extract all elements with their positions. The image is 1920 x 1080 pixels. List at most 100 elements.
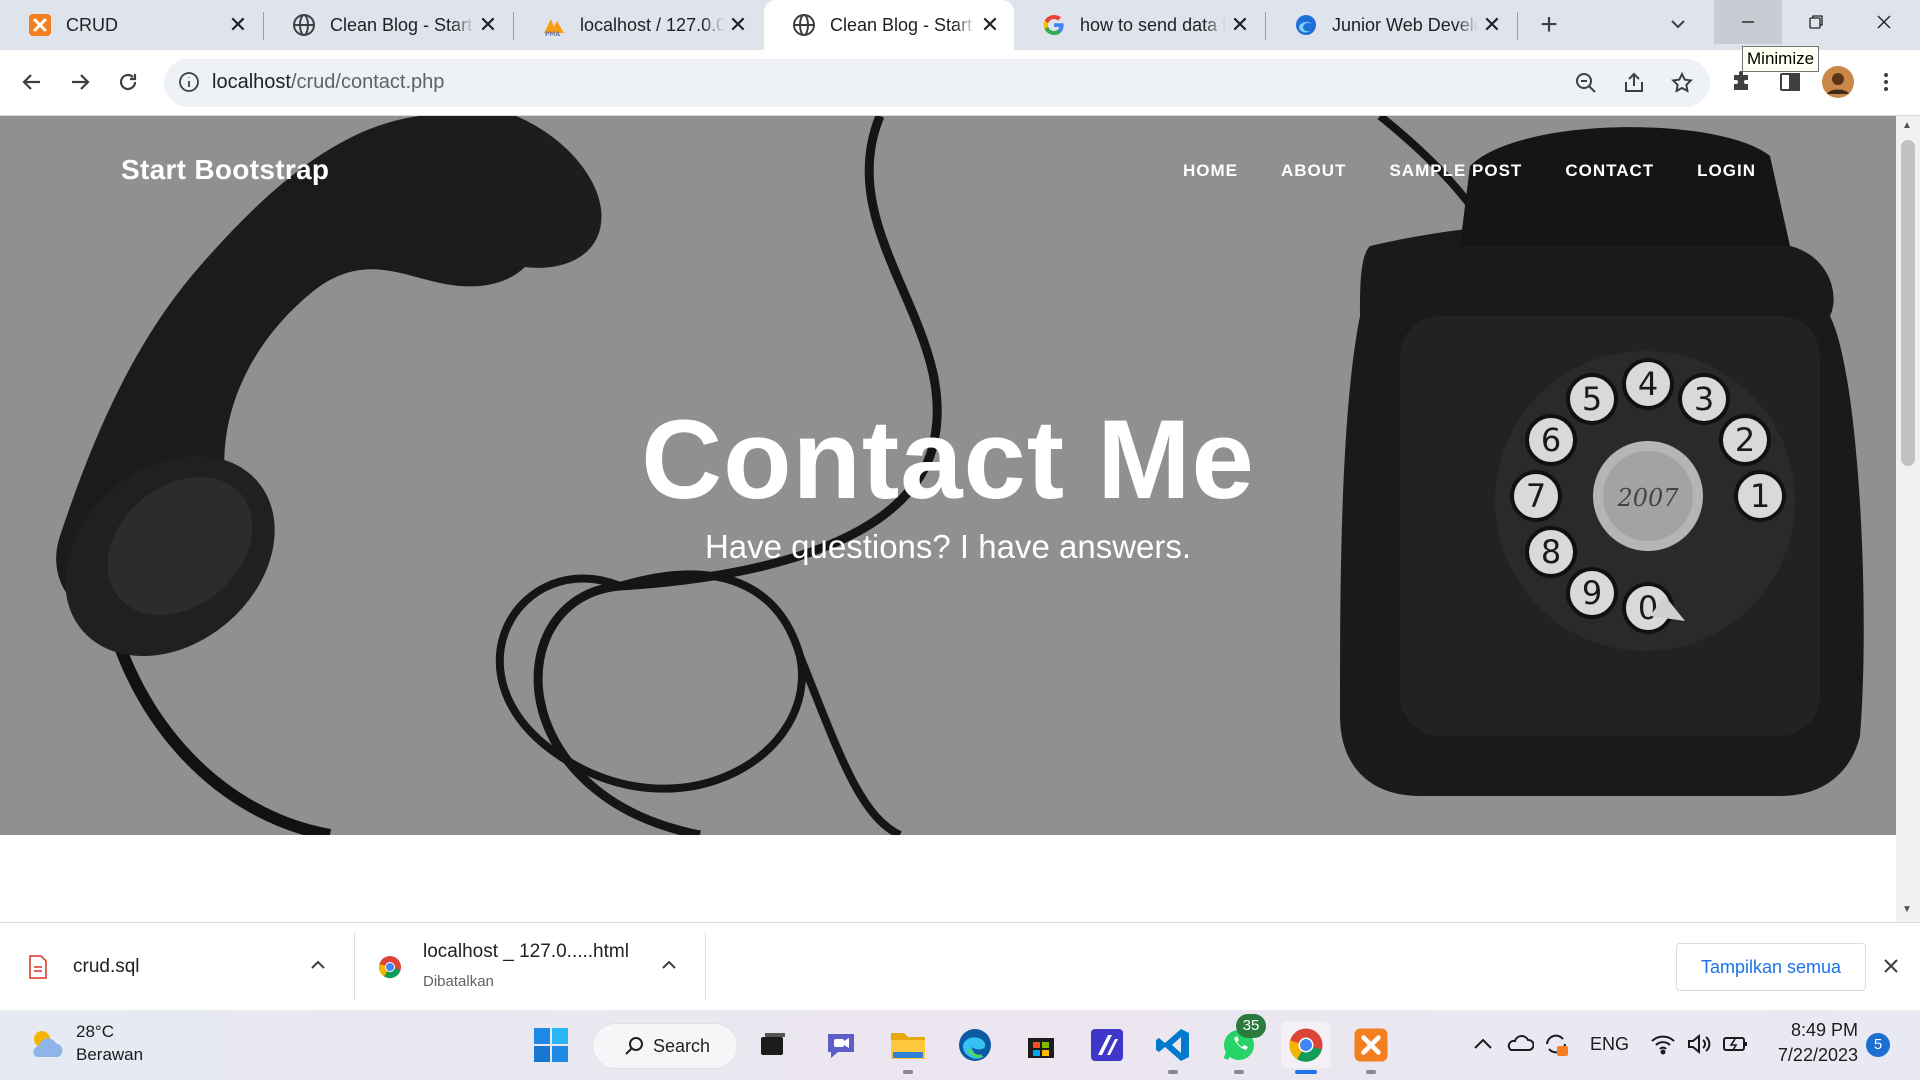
battery-icon[interactable] xyxy=(1722,1032,1750,1061)
puzzle-icon xyxy=(1734,71,1748,90)
teams-chat-button[interactable] xyxy=(818,1022,864,1068)
site-brand[interactable]: Start Bootstrap xyxy=(121,154,329,186)
tab-title: CRUD xyxy=(66,14,118,35)
minimize-tooltip: Minimize xyxy=(1742,46,1820,72)
forward-button[interactable] xyxy=(60,62,100,102)
app-icon xyxy=(1091,1029,1123,1061)
weather-widget[interactable]: 28°C Berawan xyxy=(26,1020,186,1070)
nav-login[interactable]: LOGIN xyxy=(1697,161,1756,181)
minimize-icon xyxy=(1742,21,1754,23)
tab-crud[interactable]: CRUD ✕ xyxy=(0,0,262,50)
restore-icon xyxy=(1809,15,1823,29)
onedrive-cloud-icon[interactable] xyxy=(1506,1032,1535,1059)
tab-clean-blog-1[interactable]: Clean Blog - Start Bootstrap ✕ xyxy=(264,0,512,50)
xampp-button[interactable] xyxy=(1348,1022,1394,1074)
zoom-out-icon[interactable] xyxy=(1574,71,1598,100)
volume-icon[interactable] xyxy=(1686,1032,1712,1061)
whatsapp-button[interactable]: 35 xyxy=(1216,1014,1266,1074)
tab-clean-blog-active[interactable]: Clean Blog - Start Bootstrap ✕ xyxy=(764,0,1014,50)
clock-time[interactable]: 8:49 PM xyxy=(1790,1020,1858,1041)
clock-date[interactable]: 7/22/2023 xyxy=(1770,1045,1858,1066)
nav-about[interactable]: ABOUT xyxy=(1281,161,1346,181)
star-icon[interactable] xyxy=(1670,71,1694,100)
tab-junior-web-developer[interactable]: Junior Web Developer ✕ xyxy=(1266,0,1516,50)
close-icon[interactable]: ✕ xyxy=(224,11,252,39)
chrome-icon xyxy=(378,955,402,984)
microsoft-store-button[interactable] xyxy=(1018,1022,1064,1068)
tab-title: Clean Blog - Start Bootstrap xyxy=(330,14,474,35)
notification-badge[interactable]: 5 xyxy=(1866,1033,1890,1057)
show-all-downloads-button[interactable]: Tampilkan semua xyxy=(1676,943,1866,991)
chevron-up-icon[interactable] xyxy=(659,955,679,980)
nav-home[interactable]: HOME xyxy=(1183,161,1238,181)
edge-button[interactable] xyxy=(952,1022,998,1068)
scroll-down-icon[interactable]: ▼ xyxy=(1902,904,1912,915)
wifi-icon[interactable] xyxy=(1650,1032,1676,1061)
weather-desc: Berawan xyxy=(76,1045,144,1064)
running-indicator xyxy=(1366,1070,1376,1074)
tab-search-button[interactable] xyxy=(1660,6,1696,42)
nav-sample-post[interactable]: SAMPLE POST xyxy=(1389,161,1522,181)
language-indicator[interactable]: ENG xyxy=(1590,1034,1629,1055)
side-panel-icon xyxy=(1780,73,1800,91)
edge-icon xyxy=(959,1029,991,1061)
close-icon[interactable]: ✕ xyxy=(976,11,1004,39)
folder-icon xyxy=(891,1033,925,1059)
reload-button[interactable] xyxy=(108,62,148,102)
close-icon[interactable]: ✕ xyxy=(474,11,502,39)
chrome-icon xyxy=(1289,1028,1323,1062)
close-icon[interactable]: ✕ xyxy=(724,11,752,39)
search-icon xyxy=(625,1037,643,1055)
close-icon[interactable]: ✕ xyxy=(1478,11,1506,39)
restore-button[interactable] xyxy=(1782,0,1850,44)
scrollbar-thumb[interactable] xyxy=(1901,140,1915,466)
task-view-button[interactable] xyxy=(750,1022,796,1068)
info-icon[interactable] xyxy=(178,71,200,98)
chevron-up-icon[interactable] xyxy=(1472,1034,1494,1059)
file-explorer-button[interactable] xyxy=(885,1022,931,1074)
download-item-crud-sql[interactable]: crud.sql xyxy=(0,923,354,1011)
page-subtitle: Have questions? I have answers. xyxy=(704,528,1192,565)
minimize-button[interactable] xyxy=(1714,0,1782,44)
app-button[interactable] xyxy=(1084,1022,1130,1068)
download-item-localhost-html[interactable]: localhost _ 127.0.....html Dibatalkan xyxy=(355,923,705,1011)
scroll-up-icon[interactable]: ▲ xyxy=(1902,120,1912,131)
site-nav: HOME ABOUT SAMPLE POST CONTACT LOGIN xyxy=(1183,161,1756,181)
running-indicator xyxy=(903,1070,913,1074)
page-scrollbar[interactable]: ▲ ▼ xyxy=(1896,116,1920,922)
menu-button[interactable] xyxy=(1866,62,1906,102)
sync-icon[interactable] xyxy=(1542,1030,1570,1063)
profile-avatar[interactable] xyxy=(1818,62,1858,102)
page-title: Contact Me xyxy=(641,397,1255,522)
close-icon[interactable]: ✕ xyxy=(1226,11,1254,39)
chevron-up-icon[interactable] xyxy=(308,955,328,980)
xampp-icon xyxy=(1354,1028,1388,1062)
taskbar-search[interactable]: Search xyxy=(592,1023,738,1069)
address-bar[interactable]: localhost/crud/contact.php xyxy=(164,59,1710,107)
tab-title: how to send data from xyxy=(1080,14,1226,35)
chevron-down-icon xyxy=(1671,20,1685,29)
url-text[interactable]: localhost/crud/contact.php xyxy=(212,71,444,94)
nav-contact[interactable]: CONTACT xyxy=(1565,161,1654,181)
close-download-bar-button[interactable] xyxy=(1882,957,1900,980)
vscode-button[interactable] xyxy=(1150,1022,1196,1074)
share-icon[interactable] xyxy=(1622,71,1646,100)
store-icon xyxy=(1028,1038,1054,1058)
browser-toolbar: localhost/crud/contact.php xyxy=(0,50,1920,116)
tab-phpmyadmin[interactable]: PMA localhost / 127.0.0.1 ✕ xyxy=(514,0,762,50)
back-button[interactable] xyxy=(12,62,52,102)
partly-cloudy-icon xyxy=(33,1031,63,1057)
download-filename: localhost _ 127.0.....html xyxy=(423,941,629,962)
phpmyadmin-icon: PMA xyxy=(542,13,566,37)
running-indicator xyxy=(1168,1070,1178,1074)
close-window-button[interactable] xyxy=(1850,0,1918,44)
new-tab-button[interactable]: + xyxy=(1527,8,1571,42)
start-button[interactable] xyxy=(528,1022,574,1068)
chrome-button[interactable] xyxy=(1281,1022,1331,1074)
search-label: Search xyxy=(653,1035,711,1056)
active-indicator xyxy=(1295,1070,1317,1074)
avatar xyxy=(1822,66,1854,98)
vscode-icon xyxy=(1156,1029,1189,1061)
download-separator xyxy=(705,933,706,1001)
tab-google-search[interactable]: how to send data from ✕ xyxy=(1014,0,1264,50)
